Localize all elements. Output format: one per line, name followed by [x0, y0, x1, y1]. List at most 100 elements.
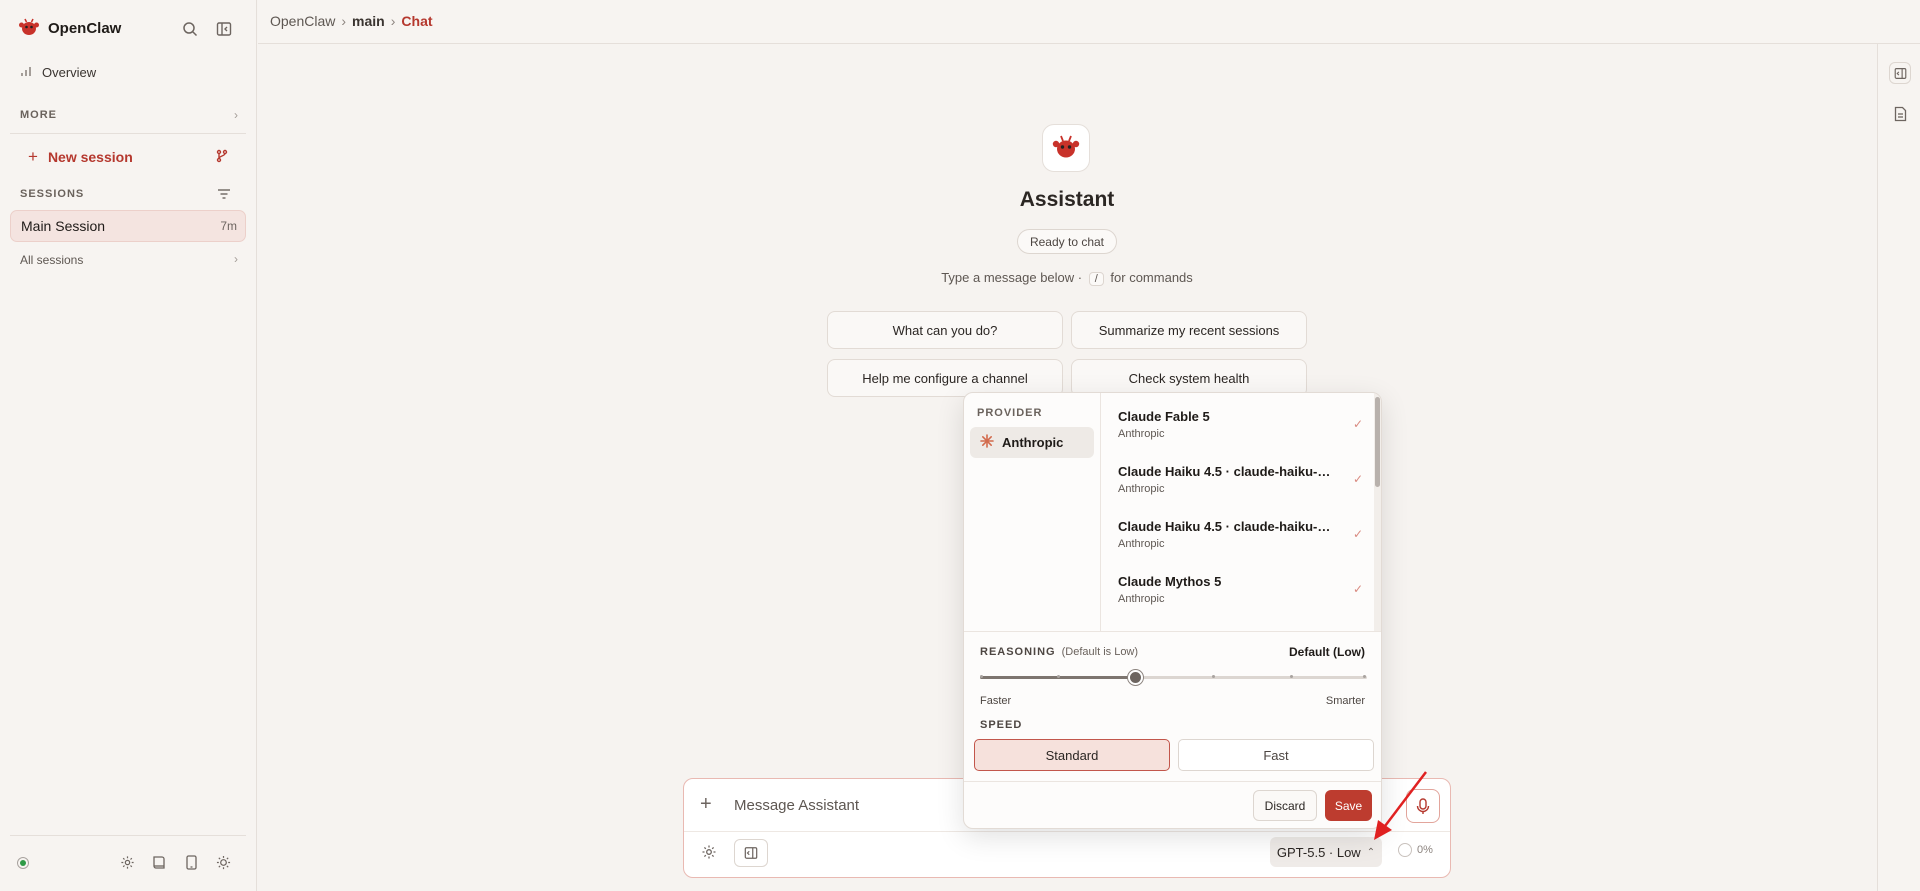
status-badge: Ready to chat: [1017, 229, 1117, 254]
model-selector-label: GPT-5.5 · Low: [1276, 844, 1361, 860]
session-age: 7m: [220, 219, 237, 233]
speed-fast-button[interactable]: Fast: [1178, 739, 1374, 771]
check-icon: ✓: [1352, 417, 1363, 431]
nav-overview-label: Overview: [42, 64, 97, 80]
divider: [964, 781, 1381, 782]
session-item-main[interactable]: Main Session 7m: [10, 210, 246, 242]
settings-icon[interactable]: [117, 852, 137, 872]
breadcrumb-separator: ›: [390, 13, 396, 29]
model-option[interactable]: Claude Mythos 5 Anthropic ✓: [1118, 574, 1363, 619]
annotation-arrow: [1374, 771, 1427, 840]
discard-button[interactable]: Discard: [1253, 790, 1317, 821]
model-option[interactable]: Claude Haiku 4.5 · claude-haiku-4-... An…: [1118, 519, 1363, 564]
sun-theme-icon[interactable]: [213, 852, 233, 872]
provider-name: Anthropic: [1002, 435, 1064, 450]
model-provider: Anthropic: [1118, 428, 1165, 440]
sidebar-footer-divider: [10, 835, 246, 836]
model-picker-popover: PROVIDER Anthropic Claude Fable 5 Anthro…: [963, 392, 1382, 829]
breadcrumb-root[interactable]: OpenClaw: [270, 13, 335, 29]
collapse-sidebar-icon[interactable]: [214, 19, 234, 39]
all-sessions-link[interactable]: All sessions: [10, 246, 246, 274]
chevron-right-icon[interactable]: ›: [234, 252, 238, 266]
toggle-sidebar-panel-icon[interactable]: [734, 839, 768, 867]
book-icon[interactable]: [149, 852, 169, 872]
slider-max-label: Smarter: [1325, 695, 1365, 707]
composer-divider: [684, 831, 1450, 832]
reasoning-label: REASONING: [980, 646, 1056, 658]
context-usage: 0%: [1398, 843, 1433, 857]
mobile-device-icon[interactable]: [181, 852, 201, 872]
suggestion-chip[interactable]: What can you do?: [827, 311, 1063, 349]
model-list-scrollbar[interactable]: [1374, 393, 1381, 631]
model-name: Claude Haiku 4.5 · claude-haiku-4-...: [1118, 464, 1333, 479]
sidebar: OpenClaw Overview MORE › + New session S…: [0, 0, 257, 891]
reasoning-slider[interactable]: [980, 670, 1367, 685]
plus-icon: +: [28, 147, 38, 166]
breadcrumb-separator: ›: [341, 13, 347, 29]
nav-overview[interactable]: Overview: [10, 58, 246, 86]
model-provider: Anthropic: [1118, 593, 1165, 605]
check-icon: ✓: [1352, 472, 1363, 486]
model-option[interactable]: Claude Haiku 4.5 · claude-haiku-4-... An…: [1118, 464, 1363, 509]
attach-plus-icon[interactable]: +: [700, 793, 712, 816]
new-session-label: New session: [47, 149, 133, 165]
top-bar: OpenClaw › main › Chat: [258, 0, 1920, 44]
speed-standard-button[interactable]: Standard: [974, 739, 1170, 771]
model-list: Claude Fable 5 Anthropic ✓ Claude Haiku …: [1101, 393, 1371, 631]
provider-column: PROVIDER Anthropic: [964, 393, 1101, 631]
reasoning-value: Default (Low): [1289, 645, 1365, 659]
context-percent: 0%: [1417, 844, 1433, 856]
reasoning-heading: REASONING (Default is Low): [980, 646, 1138, 658]
model-name: Claude Mythos 5: [1118, 574, 1222, 589]
slash-key: /: [1088, 272, 1104, 286]
assistant-title: Assistant: [1019, 188, 1115, 211]
scrollbar-thumb[interactable]: [1375, 397, 1380, 487]
search-icon[interactable]: [180, 19, 200, 39]
anthropic-starburst-icon: [980, 434, 994, 451]
brand[interactable]: OpenClaw: [18, 16, 121, 41]
model-option[interactable]: Claude Fable 5 Anthropic ✓: [1118, 409, 1363, 454]
slider-tick: [980, 675, 983, 678]
right-rail: [1877, 44, 1920, 891]
speed-heading: SPEED: [980, 719, 1023, 731]
all-sessions-label: All sessions: [20, 253, 84, 267]
model-provider: Anthropic: [1118, 538, 1165, 550]
toggle-panel-icon[interactable]: [1889, 62, 1911, 84]
composer-hint: Type a message below · / for commands: [880, 270, 1254, 286]
context-ring-icon: [1398, 843, 1412, 857]
document-icon[interactable]: [1890, 104, 1910, 124]
openclaw-logo-icon: [18, 16, 40, 41]
provider-item-anthropic[interactable]: Anthropic: [970, 427, 1094, 458]
bar-chart-icon: [20, 65, 32, 80]
connection-status-icon: [17, 857, 29, 869]
filter-icon[interactable]: [214, 184, 234, 204]
check-icon: ✓: [1352, 582, 1363, 596]
assistant-avatar: [1042, 124, 1090, 172]
save-button[interactable]: Save: [1325, 790, 1372, 821]
model-name: Claude Fable 5: [1118, 409, 1210, 424]
slider-tick: [1212, 675, 1216, 678]
settings-icon[interactable]: [698, 841, 720, 863]
breadcrumb-agent[interactable]: main: [352, 13, 385, 29]
model-name: Claude Haiku 4.5 · claude-haiku-4-...: [1118, 519, 1333, 534]
suggestion-chip[interactable]: Summarize my recent sessions: [1071, 311, 1307, 349]
model-selector-button[interactable]: GPT-5.5 · Low ⌃: [1270, 837, 1382, 867]
breadcrumb-current: Chat: [401, 13, 433, 29]
sessions-section-label: SESSIONS: [20, 188, 85, 200]
breadcrumb: OpenClaw › main › Chat: [270, 13, 433, 29]
slider-thumb[interactable]: [1127, 670, 1143, 685]
session-title: Main Session: [21, 218, 106, 234]
provider-heading: PROVIDER: [977, 407, 1043, 419]
more-section-label[interactable]: MORE: [20, 109, 57, 121]
chevron-up-icon: ⌃: [1366, 846, 1376, 858]
openclaw-mascot-icon: [1051, 132, 1081, 165]
check-icon: ✓: [1352, 527, 1363, 541]
hint-text-before: Type a message below ·: [941, 270, 1083, 285]
chevron-right-icon[interactable]: ›: [234, 108, 238, 122]
new-session-button[interactable]: + New session: [28, 147, 133, 167]
branch-icon[interactable]: [212, 146, 232, 166]
model-provider: Anthropic: [1118, 483, 1165, 495]
reasoning-hint: (Default is Low): [1061, 646, 1139, 658]
divider: [10, 133, 246, 134]
hint-text-after: for commands: [1110, 270, 1193, 285]
